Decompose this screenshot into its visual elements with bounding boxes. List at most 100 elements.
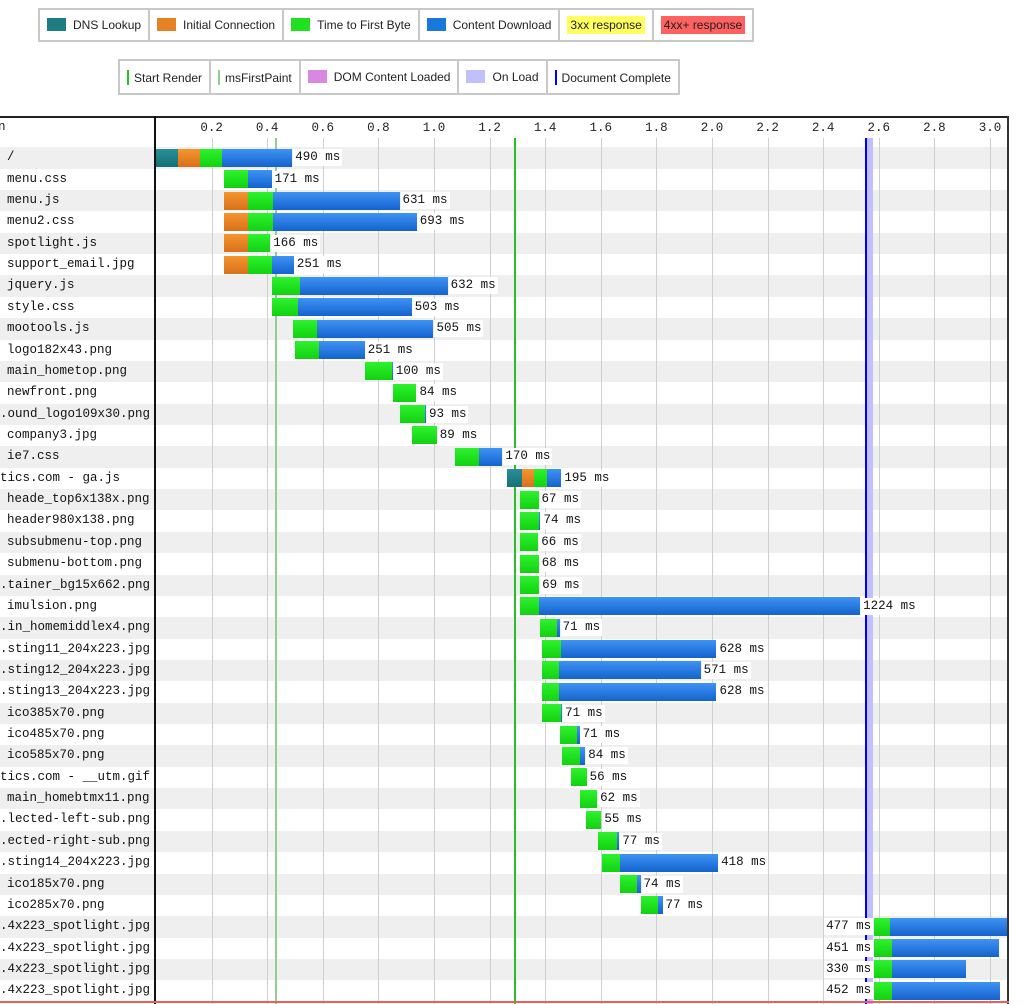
bar-segment-ttfb — [271, 298, 299, 317]
request-name[interactable]: spotlight.js — [7, 236, 97, 250]
duration-label: 451 ms — [824, 939, 874, 957]
table-row — [0, 360, 1007, 383]
duration-label: 74 ms — [541, 512, 583, 530]
bar-segment-ttfb — [874, 939, 893, 958]
bar-segment-download — [298, 298, 412, 317]
request-name[interactable]: ie7.css — [7, 449, 60, 463]
bar-segment-download — [539, 511, 541, 530]
table-row — [0, 510, 1007, 531]
request-name[interactable]: .sting14_204x223.jpg — [0, 855, 150, 869]
request-name[interactable]: / — [7, 150, 15, 164]
request-name[interactable]: ico185x70.png — [7, 877, 105, 891]
bar-segment-download — [547, 469, 562, 488]
table-row — [0, 830, 1007, 853]
bar-segment-connect — [178, 148, 200, 167]
bar-segment-ttfb — [561, 746, 580, 765]
table-row — [0, 852, 1007, 873]
request-name[interactable]: jquery.js — [7, 278, 75, 292]
duration-label: 55 ms — [602, 811, 644, 829]
request-name[interactable]: subsubmenu-top.png — [7, 535, 142, 549]
bar-segment-ttfb — [224, 170, 249, 189]
request-name[interactable]: ico385x70.png — [7, 706, 105, 720]
duration-label: 170 ms — [503, 448, 553, 466]
duration-label: 505 ms — [434, 320, 484, 338]
bar-segment-ttfb — [293, 319, 317, 338]
table-row — [0, 403, 1007, 425]
bar-segment-download — [579, 746, 586, 765]
request-name[interactable]: menu.js — [7, 193, 60, 207]
request-name[interactable]: .sting12_204x223.jpg — [0, 663, 150, 677]
request-name[interactable]: tics.com - __utm.gif — [0, 770, 150, 784]
request-name[interactable]: main_homebtmx11.png — [7, 791, 150, 805]
request-name[interactable]: .lected-left-sub.png — [0, 812, 150, 826]
duration-label: 89 ms — [437, 426, 480, 444]
request-name[interactable]: header980x138.png — [7, 513, 135, 527]
table-row — [0, 190, 1007, 212]
request-name[interactable]: ico485x70.png — [7, 727, 105, 741]
table-row — [0, 617, 1007, 639]
bar-segment-ttfb — [271, 276, 300, 295]
duration-label: 195 ms — [562, 469, 612, 487]
request-name[interactable]: .4x223_spotlight.jpg — [0, 941, 150, 955]
on-load-marker — [866, 138, 874, 1004]
request-name[interactable]: .4x223_spotlight.jpg — [0, 962, 150, 976]
request-name[interactable]: ico585x70.png — [7, 748, 105, 762]
table-row — [0, 297, 1007, 318]
bar-segment-ttfb — [539, 618, 557, 637]
table-row — [0, 232, 1007, 255]
request-name[interactable]: heade_top6x138x.png — [7, 492, 150, 506]
duration-label: 503 ms — [412, 298, 462, 316]
table-row — [0, 425, 1007, 446]
table-row — [0, 745, 1007, 767]
request-name[interactable]: logo182x43.png — [7, 343, 112, 357]
request-name[interactable]: menu.css — [7, 172, 67, 186]
duration-label: 631 ms — [400, 192, 450, 210]
x-tick-label: 0.6 — [311, 121, 335, 135]
chart-top-border — [0, 116, 1009, 118]
request-name[interactable]: .ound_logo109x30.png — [0, 407, 150, 421]
gridline — [601, 138, 602, 1004]
bar-segment-download — [556, 618, 560, 637]
table-row — [0, 169, 1007, 190]
table-row — [0, 340, 1007, 361]
request-name[interactable]: company3.jpg — [7, 428, 97, 442]
bar-segment-ttfb — [248, 255, 272, 274]
bar-segment-ttfb — [365, 362, 392, 381]
table-row — [0, 211, 1007, 232]
request-name[interactable]: menu2.css — [7, 214, 75, 228]
request-name[interactable]: ico285x70.png — [7, 898, 105, 912]
request-name[interactable]: .4x223_spotlight.jpg — [0, 983, 150, 997]
request-name[interactable]: submenu-bottom.png — [7, 556, 142, 570]
bar-segment-ttfb — [519, 597, 539, 616]
bar-segment-connect — [522, 469, 535, 488]
request-name[interactable]: support_email.jpg — [7, 257, 135, 271]
duration-label: 693 ms — [417, 213, 467, 231]
bar-segment-connect — [224, 212, 249, 231]
table-row — [0, 382, 1007, 403]
gridline — [434, 138, 435, 1004]
request-name[interactable]: .tainer_bg15x662.png — [0, 578, 150, 592]
request-name[interactable]: mootools.js — [7, 321, 90, 335]
gridline — [378, 138, 379, 1004]
bar-segment-download — [248, 170, 272, 189]
bar-segment-connect — [224, 234, 249, 253]
request-name[interactable]: main_hometop.png — [7, 364, 127, 378]
bar-segment-download — [558, 661, 701, 680]
request-name[interactable]: .sting13_204x223.jpg — [0, 684, 150, 698]
x-tick-label: 2.4 — [811, 121, 835, 135]
request-name[interactable]: style.css — [7, 300, 75, 314]
request-name[interactable]: tics.com - ga.js — [0, 471, 120, 485]
request-name[interactable]: .sting11_204x223.jpg — [0, 642, 150, 656]
duration-label: 571 ms — [701, 661, 751, 679]
request-name[interactable]: .ected-right-sub.png — [0, 834, 150, 848]
request-name[interactable]: .in_homemiddlex4.png — [0, 620, 150, 634]
duration-label: 71 ms — [563, 704, 605, 722]
duration-label: 62 ms — [598, 790, 640, 808]
request-name[interactable]: imulsion.png — [7, 599, 97, 613]
table-row — [0, 489, 1007, 511]
request-name[interactable]: .4x223_spotlight.jpg — [0, 919, 150, 933]
table-row — [0, 702, 1007, 725]
gridline — [934, 138, 935, 1004]
request-name[interactable]: newfront.png — [7, 385, 97, 399]
duration-label: 166 ms — [271, 234, 321, 252]
